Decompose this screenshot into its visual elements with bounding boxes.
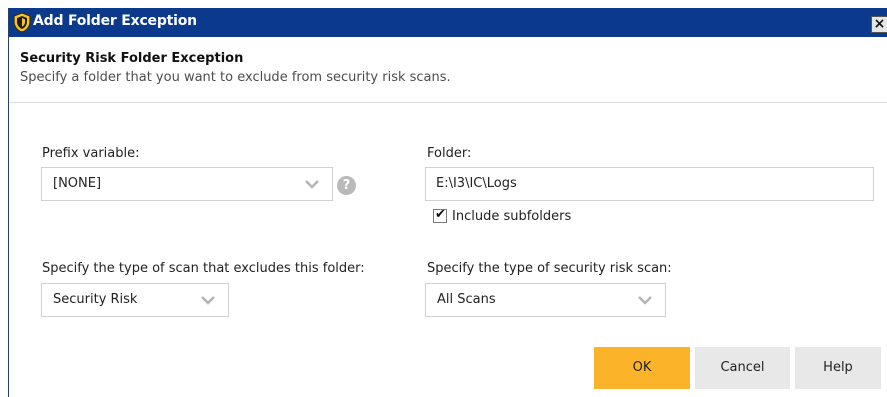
scan-type-value: Security Risk [53,292,138,307]
include-subfolders-label[interactable]: Include subfolders [452,209,571,224]
prefix-variable-select[interactable]: [NONE] [41,167,333,201]
ok-button[interactable]: OK [594,347,690,389]
cancel-button[interactable]: Cancel [695,347,790,389]
prefix-variable-value: [NONE] [53,176,102,191]
risk-scan-type-label: Specify the type of security risk scan: [427,261,672,276]
window-title: Add Folder Exception [33,13,197,29]
risk-scan-type-value: All Scans [437,292,496,307]
shield-icon [13,12,31,33]
folder-input-value: E:\I3\IC\Logs [436,176,517,191]
title-bar: Add Folder Exception × [9,8,887,37]
scan-type-select[interactable]: Security Risk [41,283,229,317]
folder-label: Folder: [427,146,472,161]
folder-input[interactable]: E:\I3\IC\Logs [425,167,874,201]
help-icon[interactable]: ? [337,176,356,195]
chevron-down-icon [305,180,319,189]
chevron-down-icon [201,296,215,305]
checkmark-icon: ✔ [435,207,446,222]
include-subfolders-checkbox[interactable]: ✔ [433,207,447,223]
prefix-variable-label: Prefix variable: [42,146,140,161]
help-button[interactable]: Help [795,347,881,389]
close-button[interactable]: × [871,16,887,33]
header-title: Security Risk Folder Exception [20,51,244,66]
dialog-header: Security Risk Folder Exception Specify a… [9,37,887,103]
dialog-window: Add Folder Exception × Security Risk Fol… [8,8,887,397]
scan-type-label: Specify the type of scan that excludes t… [42,261,365,276]
chevron-down-icon [638,296,652,305]
header-subtitle: Specify a folder that you want to exclud… [20,70,451,85]
risk-scan-type-select[interactable]: All Scans [425,283,666,317]
